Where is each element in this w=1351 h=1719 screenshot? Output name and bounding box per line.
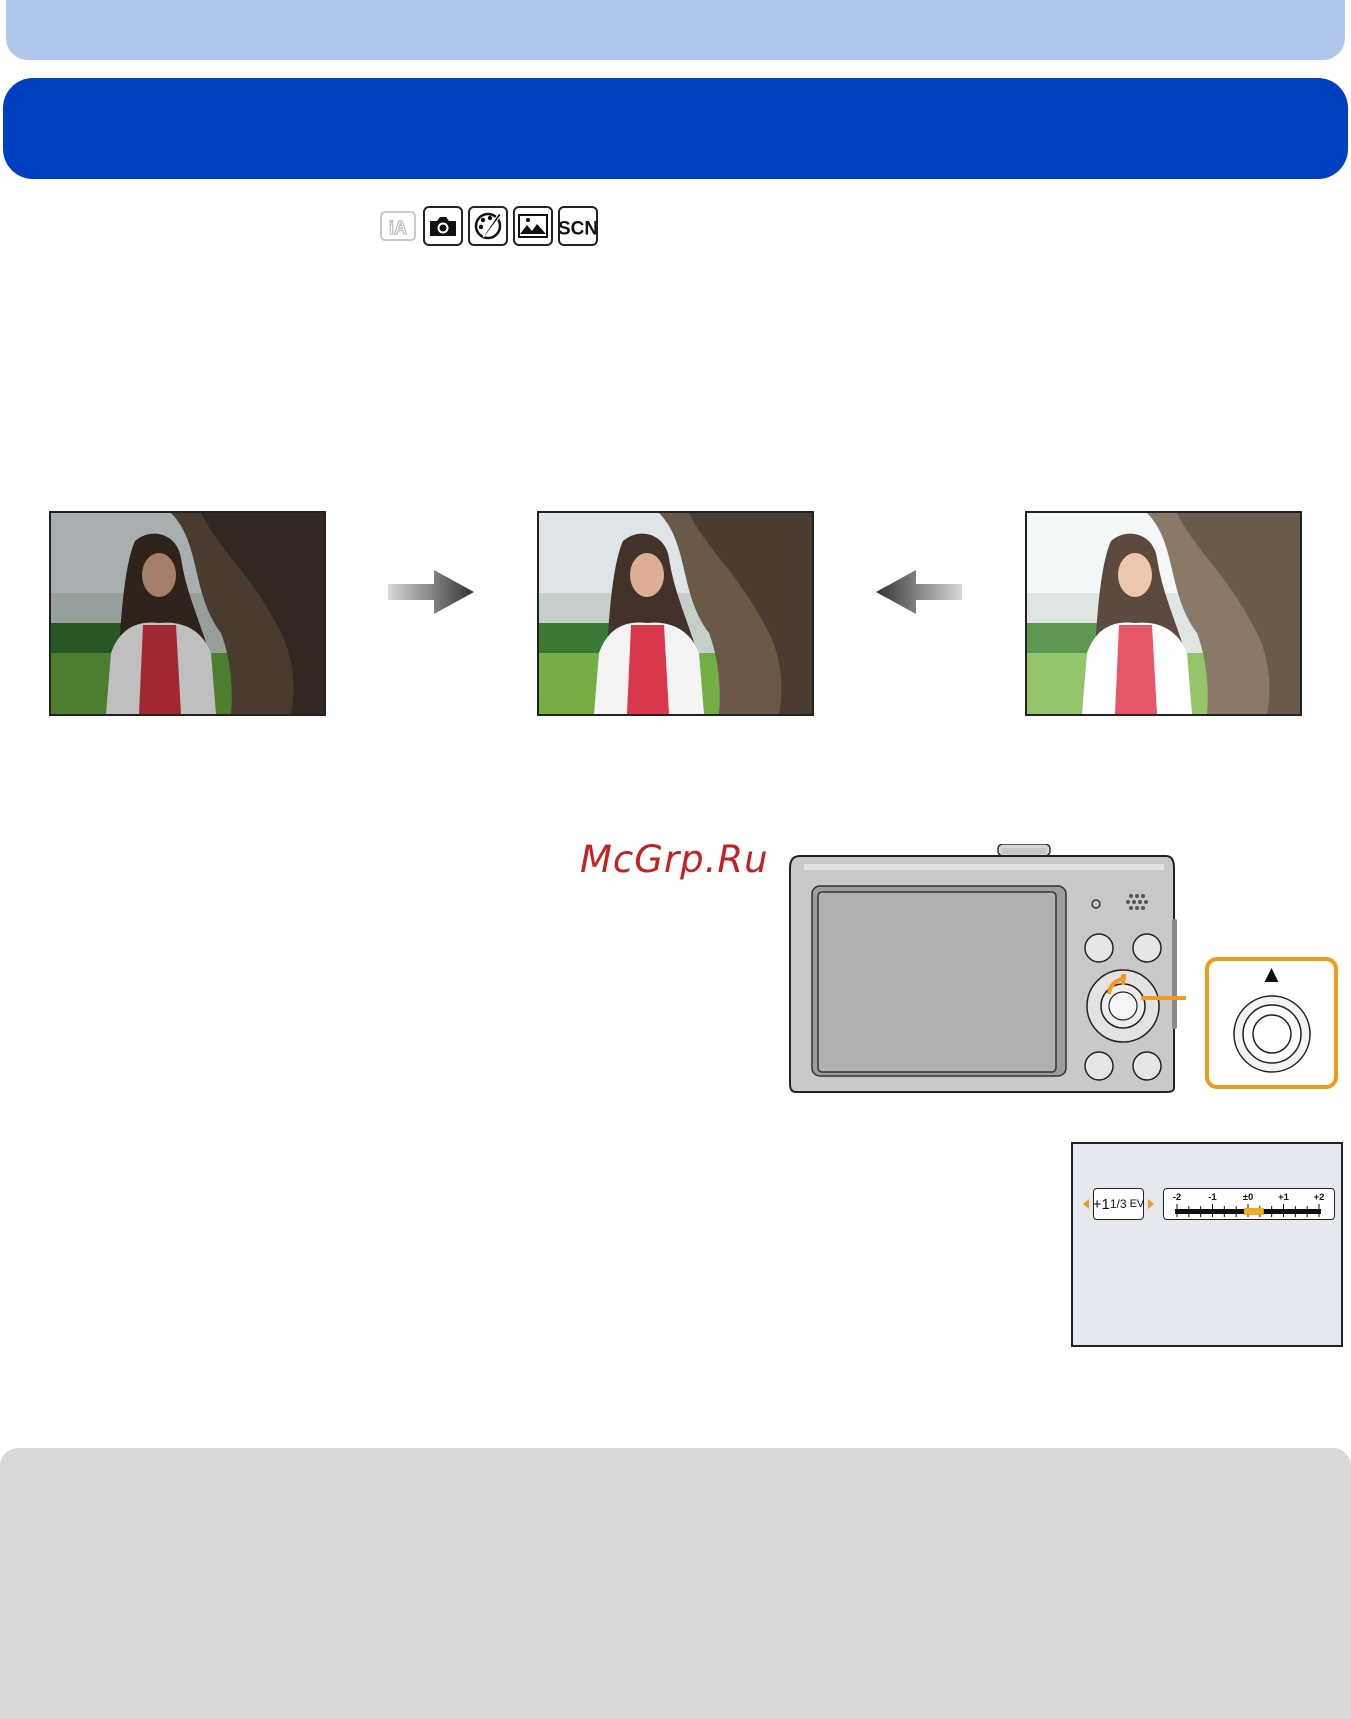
ev-fraction: 1/3 xyxy=(1109,1197,1127,1211)
ev-value: +1 xyxy=(1092,1195,1110,1213)
panorama-icon xyxy=(513,206,553,246)
arrow-right-icon xyxy=(388,568,474,621)
scale-label: -1 xyxy=(1208,1192,1217,1203)
correct-exposure-photo xyxy=(537,511,814,716)
scene-mode-label: SCN xyxy=(560,219,596,240)
ev-value-box: +1 1/3 EV xyxy=(1093,1188,1144,1220)
intelligent-auto-label: iA xyxy=(389,218,407,238)
exposure-scale: -2 -1 ±0 +1 +2 xyxy=(1163,1188,1335,1220)
up-arrow-icon: ▲ xyxy=(1259,961,1284,988)
intelligent-auto-icon: iA xyxy=(378,206,418,246)
header-band xyxy=(6,0,1345,60)
underexposed-photo xyxy=(49,511,326,716)
overexposed-photo xyxy=(1025,511,1302,716)
scale-label: ±0 xyxy=(1242,1192,1254,1203)
ev-unit: EV xyxy=(1129,1198,1145,1210)
note-band xyxy=(0,1448,1351,1719)
page-title-band xyxy=(3,78,1348,179)
camera-icon xyxy=(423,206,463,246)
scale-label: +2 xyxy=(1313,1192,1325,1203)
cursor-button-icon xyxy=(1233,995,1311,1073)
scale-label: +1 xyxy=(1278,1192,1289,1203)
arrow-left-icon xyxy=(876,568,962,621)
exposure-compensation-screen: +1 1/3 EV -2 -1 ±0 +1 +2 xyxy=(1071,1142,1343,1347)
scene-mode-icon: SCN xyxy=(558,206,598,246)
creative-palette-icon xyxy=(468,206,508,246)
up-cursor-button-zoom: ▲ xyxy=(1205,957,1338,1089)
ev-selected-marker xyxy=(1244,1208,1264,1215)
applicable-modes: iA SCN xyxy=(378,206,598,246)
camera-back-illustration xyxy=(786,843,1208,1099)
right-arrow-icon xyxy=(1148,1199,1154,1209)
watermark: McGrp.Ru xyxy=(580,838,769,881)
left-arrow-icon xyxy=(1083,1199,1089,1209)
scale-label: -2 xyxy=(1172,1192,1182,1203)
